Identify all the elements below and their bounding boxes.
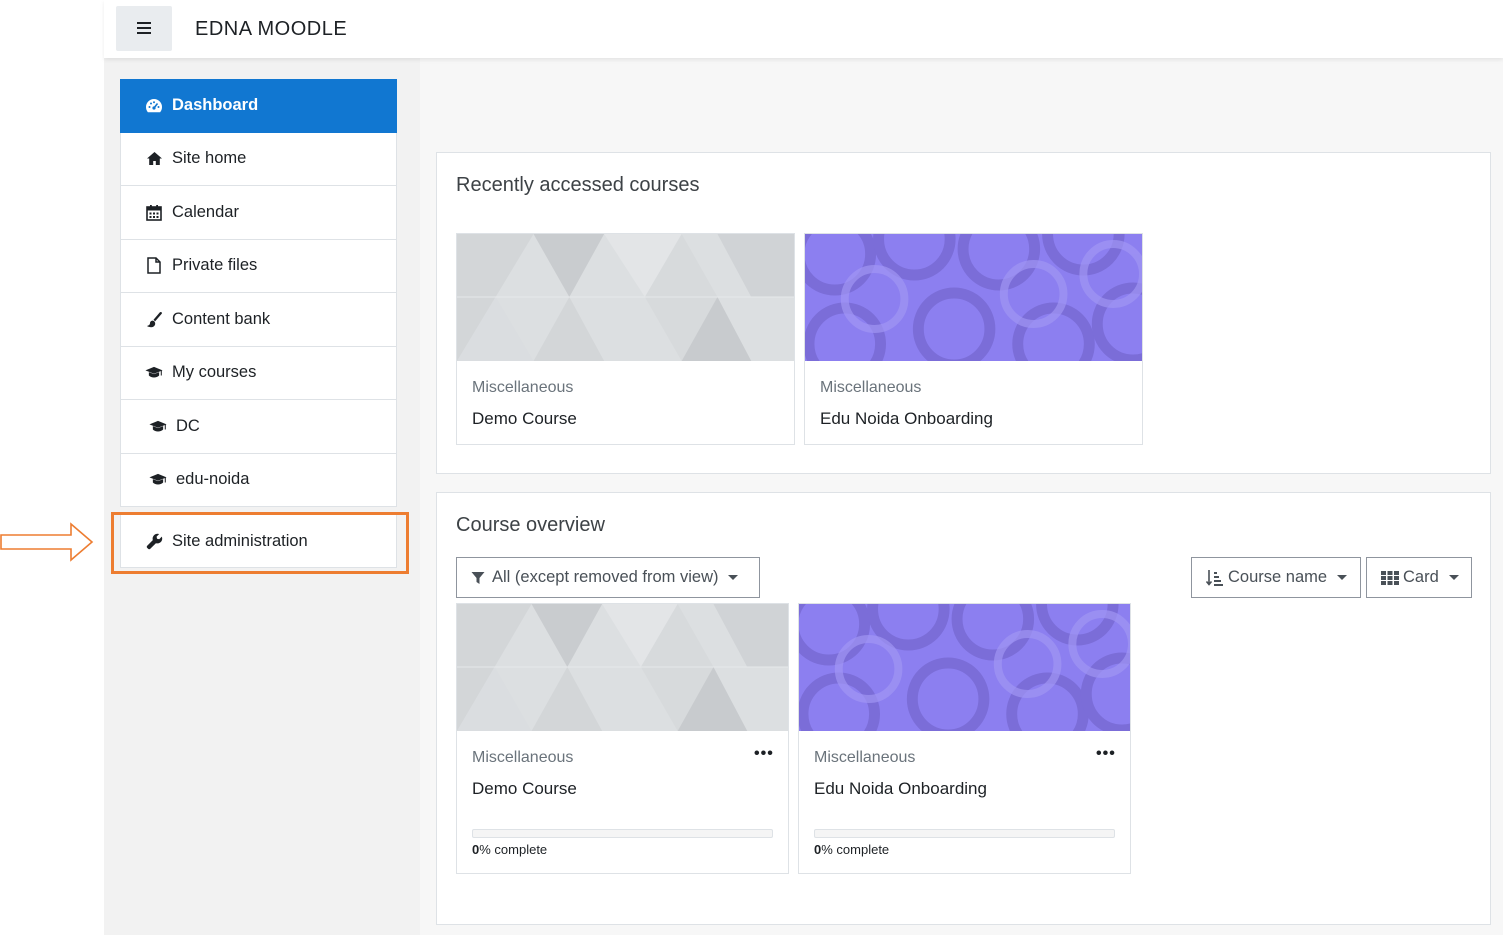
- nav-item-edu-noida[interactable]: edu-noida: [120, 453, 397, 507]
- course-image: [457, 234, 794, 361]
- hamburger-menu-button[interactable]: [116, 6, 172, 51]
- course-card[interactable]: Miscellaneous ••• Edu Noida Onboarding 0…: [798, 603, 1131, 874]
- filter-icon: [471, 571, 485, 585]
- tachometer-icon: [145, 97, 163, 115]
- top-navbar: EDNA MOODLE: [104, 0, 1503, 58]
- course-name[interactable]: Edu Noida Onboarding: [820, 409, 993, 429]
- nav-item-label: Dashboard: [172, 96, 259, 115]
- nav-item-dashboard[interactable]: Dashboard: [120, 79, 397, 133]
- graduation-cap-icon: [149, 471, 167, 489]
- course-card[interactable]: Miscellaneous Demo Course: [456, 233, 795, 445]
- nav-item-my-courses[interactable]: My courses: [120, 346, 397, 400]
- sort-label: Course name: [1228, 568, 1328, 586]
- recent-courses-block: Recently accessed courses Miscellaneous …: [436, 152, 1491, 474]
- view-dropdown[interactable]: Card: [1366, 557, 1472, 598]
- progress-text: 0% complete: [472, 842, 548, 857]
- graduation-cap-icon: [145, 364, 163, 382]
- nav-item-private-files[interactable]: Private files: [120, 239, 397, 293]
- pointer-arrow: [0, 522, 94, 567]
- course-category: Miscellaneous: [820, 379, 922, 396]
- course-name[interactable]: Edu Noida Onboarding: [814, 779, 987, 799]
- grid-icon: [1381, 570, 1399, 585]
- wrench-icon: [145, 532, 163, 550]
- course-image: [457, 604, 788, 731]
- course-name[interactable]: Demo Course: [472, 779, 577, 799]
- nav-item-label: Calendar: [172, 202, 239, 221]
- filter-label: All (except removed from view): [492, 568, 719, 586]
- course-category: Miscellaneous: [814, 749, 916, 766]
- chevron-down-icon: [728, 575, 739, 580]
- course-category: Miscellaneous: [472, 379, 574, 396]
- calendar-icon: [145, 203, 163, 221]
- nav-item-label: Content bank: [172, 309, 271, 328]
- progress-text: 0% complete: [814, 842, 890, 857]
- course-overview-title: Course overview: [456, 514, 605, 536]
- progress-bar: [814, 829, 1115, 838]
- recent-courses-title: Recently accessed courses: [456, 174, 700, 196]
- more-options-icon[interactable]: •••: [754, 745, 774, 763]
- course-image: [799, 604, 1130, 731]
- view-label: Card: [1403, 568, 1439, 586]
- nav-item-site-administration[interactable]: Site administration: [120, 514, 397, 568]
- paintbrush-icon: [145, 310, 163, 328]
- course-overview-block: Course overview All (except removed from…: [436, 492, 1491, 925]
- course-image: [805, 234, 1142, 361]
- nav-list: Dashboard Site home Calendar Private fil…: [120, 79, 397, 507]
- nav-item-label: DC: [176, 416, 200, 435]
- nav-item-calendar[interactable]: Calendar: [120, 186, 397, 240]
- nav-item-content-bank[interactable]: Content bank: [120, 293, 397, 347]
- sort-dropdown[interactable]: Course name: [1191, 557, 1361, 598]
- progress-bar: [472, 829, 773, 838]
- site-name[interactable]: EDNA MOODLE: [195, 18, 347, 41]
- nav-item-label: Private files: [172, 256, 258, 275]
- chevron-down-icon: [1337, 575, 1348, 580]
- file-icon: [145, 257, 163, 275]
- nav-item-label: Site administration: [172, 531, 308, 550]
- nav-item-label: My courses: [172, 363, 257, 382]
- home-icon: [145, 150, 163, 168]
- more-options-icon[interactable]: •••: [1096, 745, 1116, 763]
- course-card[interactable]: Miscellaneous ••• Demo Course 0% complet…: [456, 603, 789, 874]
- nav-item-label: Site home: [172, 149, 247, 168]
- graduation-cap-icon: [149, 417, 167, 435]
- sort-icon: [1206, 569, 1223, 587]
- course-name[interactable]: Demo Course: [472, 409, 577, 429]
- nav-item-label: edu-noida: [176, 470, 250, 489]
- course-card[interactable]: Miscellaneous Edu Noida Onboarding: [804, 233, 1143, 445]
- nav-item-site-home[interactable]: Site home: [120, 132, 397, 186]
- chevron-down-icon: [1448, 575, 1459, 580]
- nav-item-dc[interactable]: DC: [120, 400, 397, 454]
- filter-dropdown[interactable]: All (except removed from view): [456, 557, 760, 598]
- course-category: Miscellaneous: [472, 749, 574, 766]
